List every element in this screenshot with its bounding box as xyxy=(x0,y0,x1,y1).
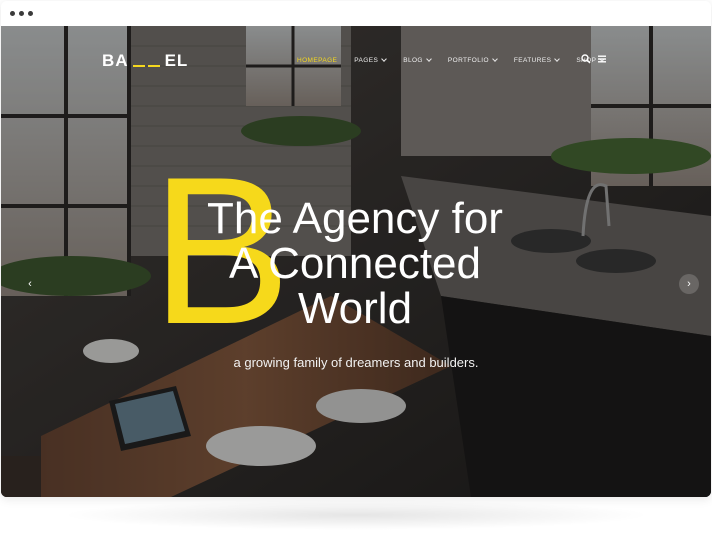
nav-label: PAGES xyxy=(354,56,379,64)
search-icon[interactable] xyxy=(581,54,591,64)
chevron-down-icon xyxy=(492,56,498,62)
hero-slider: BA EL HOMEPAGE PAGES BLOG PORTFOLIO FEAT… xyxy=(1,26,711,497)
window-title-bar xyxy=(1,1,711,26)
chevron-left-icon: ‹ xyxy=(28,277,32,290)
chevron-right-icon: › xyxy=(687,277,691,290)
window-dot-2 xyxy=(19,11,24,16)
headline-line-3: World xyxy=(297,284,413,333)
nav-item-pages[interactable]: PAGES xyxy=(354,56,388,64)
chevron-down-icon xyxy=(381,56,388,62)
window-shadow xyxy=(60,500,652,530)
nav-item-homepage[interactable]: HOMEPAGE xyxy=(297,57,337,64)
logo-accent xyxy=(132,54,161,68)
hero-tagline: a growing family of dreamers and builder… xyxy=(233,355,479,370)
main-nav: HOMEPAGE PAGES BLOG PORTFOLIO FEATURES S… xyxy=(297,53,621,67)
chevron-down-icon xyxy=(554,56,561,62)
slider-next-button[interactable]: › xyxy=(679,274,699,294)
window-dot-3 xyxy=(28,11,33,16)
hero-headline: The Agency for A Connected World xyxy=(185,196,525,331)
nav-item-features[interactable]: FEATURES xyxy=(513,56,561,64)
browser-window: BA EL HOMEPAGE PAGES BLOG PORTFOLIO FEAT… xyxy=(1,1,711,497)
nav-label: FEATURES xyxy=(513,56,552,64)
nav-label: PORTFOLIO xyxy=(447,56,489,64)
chevron-down-icon xyxy=(426,56,432,62)
site-logo[interactable]: BA EL xyxy=(102,51,188,71)
nav-item-portfolio[interactable]: PORTFOLIO xyxy=(447,56,498,64)
slider-prev-button[interactable]: ‹ xyxy=(20,274,40,294)
nav-label: BLOG xyxy=(403,56,423,64)
menu-icon[interactable] xyxy=(597,54,607,64)
logo-text-left: BA xyxy=(102,51,129,70)
headline-line-2: A Connected xyxy=(229,239,481,288)
headline-line-1: The Agency for xyxy=(207,194,503,243)
nav-label: HOMEPAGE xyxy=(297,56,338,64)
window-dot-1 xyxy=(10,11,15,16)
nav-item-blog[interactable]: BLOG xyxy=(403,56,432,64)
logo-text-right: EL xyxy=(164,51,189,70)
